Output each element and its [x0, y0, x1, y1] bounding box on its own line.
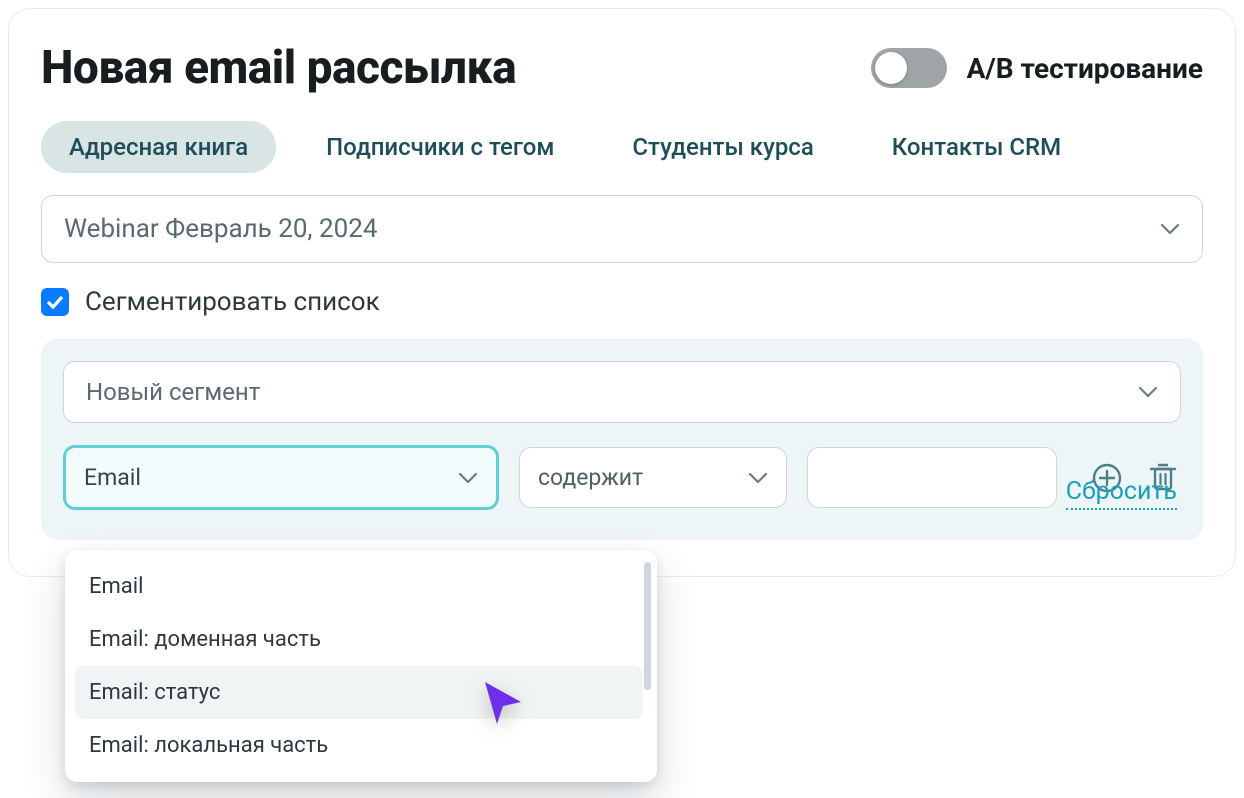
- filter-field-value: Email: [84, 464, 141, 491]
- dropdown-option[interactable]: Email: локальная часть: [75, 719, 643, 772]
- filter-operator-select[interactable]: содержит: [519, 447, 787, 508]
- check-icon: [46, 295, 64, 309]
- source-tabs: Адресная книга Подписчики с тегом Студен…: [41, 121, 1203, 173]
- tab-subscribers-tag[interactable]: Подписчики с тегом: [298, 121, 582, 173]
- dropdown-option[interactable]: Email: статус: [75, 666, 643, 719]
- segment-template-value: Новый сегмент: [86, 378, 260, 406]
- cursor-icon: [479, 678, 527, 730]
- chevron-down-icon: [1138, 386, 1158, 398]
- reset-link[interactable]: Сбросить: [1066, 477, 1177, 510]
- tab-address-book[interactable]: Адресная книга: [41, 121, 276, 173]
- segment-checkbox[interactable]: [41, 288, 69, 316]
- ab-test-toggle[interactable]: [871, 48, 947, 88]
- toggle-knob: [875, 52, 907, 84]
- list-select[interactable]: Webinar Февраль 20, 2024: [41, 195, 1203, 263]
- filter-row: Email содержит: [63, 445, 1181, 510]
- chevron-down-icon: [748, 472, 768, 484]
- ab-test-label: A/B тестирование: [967, 52, 1203, 85]
- filter-value-input[interactable]: [807, 447, 1057, 508]
- dropdown-option[interactable]: Email: доменная часть: [75, 613, 643, 666]
- segment-template-select[interactable]: Новый сегмент: [63, 361, 1181, 423]
- tab-course-students[interactable]: Студенты курса: [604, 121, 841, 173]
- filter-field-select[interactable]: Email: [63, 445, 499, 510]
- chevron-down-icon: [1160, 223, 1180, 235]
- segment-panel: Новый сегмент Email содержит: [41, 339, 1203, 540]
- scrollbar-thumb[interactable]: [644, 562, 651, 690]
- segment-checkbox-row: Сегментировать список: [41, 287, 1203, 317]
- tab-crm-contacts[interactable]: Контакты CRM: [864, 121, 1089, 173]
- email-campaign-card: Новая email рассылка A/B тестирование Ад…: [8, 8, 1236, 577]
- list-select-value: Webinar Февраль 20, 2024: [64, 214, 377, 244]
- page-title: Новая email рассылка: [41, 41, 516, 95]
- segment-checkbox-label: Сегментировать список: [85, 287, 380, 317]
- dropdown-option[interactable]: Email: [75, 560, 643, 613]
- field-dropdown: Email Email: доменная часть Email: стату…: [65, 550, 657, 782]
- ab-test-wrap: A/B тестирование: [871, 48, 1203, 88]
- chevron-down-icon: [458, 472, 478, 484]
- header-row: Новая email рассылка A/B тестирование: [41, 41, 1203, 95]
- filter-operator-value: содержит: [538, 464, 643, 491]
